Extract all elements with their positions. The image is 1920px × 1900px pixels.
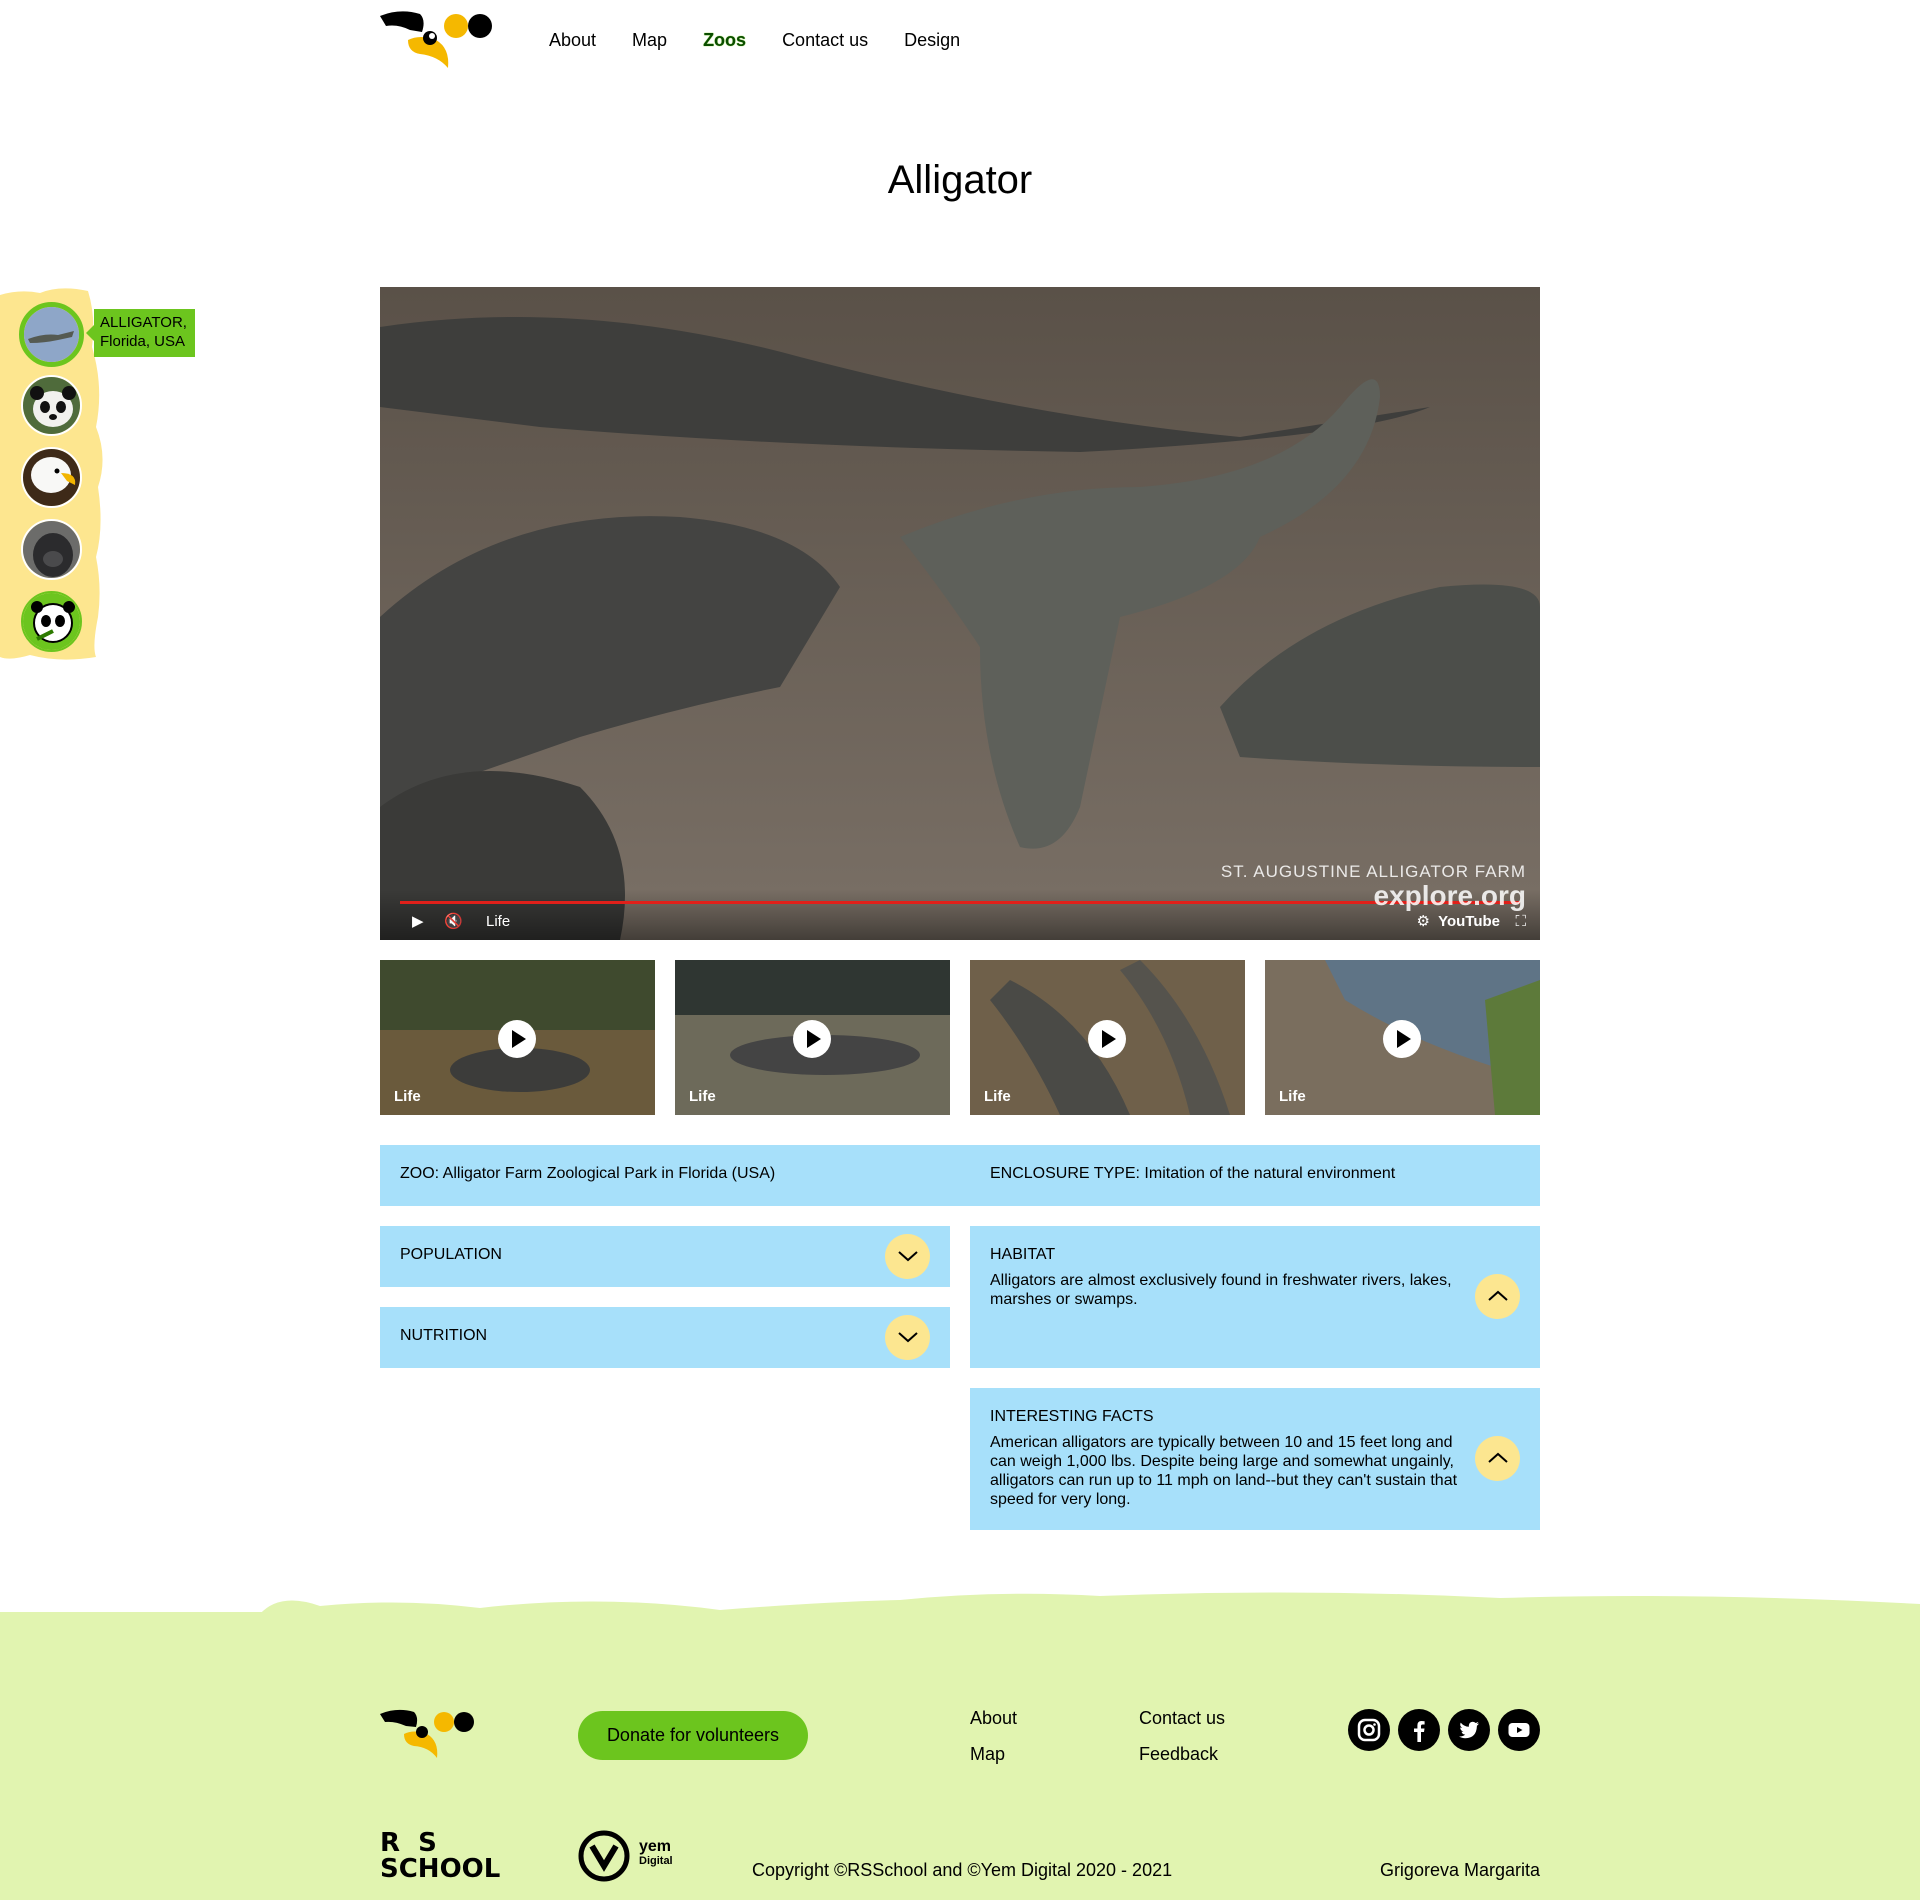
- zoo-info-bar: ZOO: Alligator Farm Zoological Park in F…: [380, 1145, 1540, 1206]
- sidebar-animal-panda-logo[interactable]: [21, 591, 82, 652]
- footer-link-map[interactable]: Map: [970, 1744, 1005, 1765]
- footer-logo[interactable]: [380, 1709, 477, 1759]
- fullscreen-icon[interactable]: ⛶: [1515, 913, 1526, 930]
- footer-link-contact-us[interactable]: Contact us: [1139, 1708, 1225, 1729]
- donate-button[interactable]: Donate for volunteers: [578, 1711, 808, 1760]
- habitat-text: Alligators are almost exclusively found …: [990, 1272, 1452, 1308]
- nav-contact-us[interactable]: Contact us: [782, 30, 868, 51]
- nav-zoos[interactable]: Zoos: [703, 30, 746, 51]
- population-title: POPULATION: [400, 1246, 502, 1263]
- yem-digital-logo[interactable]: yem Digital: [578, 1830, 678, 1882]
- footer: Donate for volunteers About Map Contact …: [0, 1592, 1920, 1900]
- mute-icon[interactable]: 🔇: [444, 912, 463, 930]
- rs-school-logo[interactable]: R S SCHOOL: [380, 1830, 520, 1882]
- sidebar-animal-gorilla[interactable]: [21, 519, 82, 580]
- animal-sidebar: ALLIGATOR, Florida, USA: [0, 287, 195, 662]
- thumbnail-live-label: Life: [984, 1088, 1011, 1105]
- zoo-name: ZOO: Alligator Farm Zoological Park in F…: [400, 1165, 776, 1182]
- video-progress-bar[interactable]: [400, 901, 1520, 904]
- chevron-up-icon[interactable]: [1475, 1274, 1520, 1319]
- animal-tooltip: ALLIGATOR, Florida, USA: [86, 309, 195, 357]
- nav-map[interactable]: Map: [632, 30, 667, 51]
- page-title: Alligator: [887, 158, 1033, 202]
- play-icon[interactable]: ▶: [412, 912, 424, 930]
- instagram-icon[interactable]: [1348, 1709, 1390, 1751]
- facebook-icon[interactable]: [1398, 1709, 1440, 1751]
- tooltip-location: Florida, USA: [100, 333, 186, 350]
- yem-digital-logo-line1: yem: [639, 1838, 672, 1855]
- video-frame: [380, 287, 1540, 940]
- thumbnail-live-label: Life: [689, 1088, 716, 1105]
- settings-icon[interactable]: ⚙: [1417, 912, 1430, 930]
- facts-title: INTERESTING FACTS: [990, 1408, 1154, 1425]
- yem-digital-logo-line2: Digital: [639, 1855, 673, 1867]
- footer-link-about[interactable]: About: [970, 1708, 1017, 1729]
- play-icon[interactable]: [793, 1020, 831, 1058]
- video-thumbnail[interactable]: Life: [380, 960, 655, 1115]
- thumbnail-live-label: Life: [1279, 1088, 1306, 1105]
- header: About Map Zoos Contact us Design: [380, 0, 1540, 84]
- author-name: Grigoreva Margarita: [1379, 1860, 1540, 1880]
- rs-school-logo-line1: R S: [380, 1828, 437, 1858]
- nav-design[interactable]: Design: [904, 30, 960, 51]
- play-icon[interactable]: [498, 1020, 536, 1058]
- nutrition-card[interactable]: NUTRITION: [380, 1307, 950, 1368]
- tooltip-name: ALLIGATOR,: [100, 314, 187, 331]
- main-nav: About Map Zoos Contact us Design: [549, 30, 960, 51]
- sidebar-animal-panda[interactable]: [21, 375, 82, 436]
- twitter-icon[interactable]: [1448, 1709, 1490, 1751]
- facts-text: American alligators are typically betwee…: [990, 1434, 1458, 1508]
- video-controls: [380, 890, 1540, 940]
- video-watermark-site: explore.org: [1373, 880, 1526, 911]
- chevron-down-icon[interactable]: [885, 1234, 930, 1279]
- play-icon[interactable]: [1088, 1020, 1126, 1058]
- enclosure-type: ENCLOSURE TYPE: Imitation of the natural…: [990, 1165, 1396, 1182]
- live-video-player[interactable]: ▶ 🔇 Life ST. AUGUSTINE ALLIGATOR FARM ex…: [380, 287, 1540, 940]
- sidebar-animal-eagle[interactable]: [21, 447, 82, 508]
- thumbnail-live-label: Life: [394, 1088, 421, 1105]
- video-thumbnail[interactable]: Life: [675, 960, 950, 1115]
- habitat-title: HABITAT: [990, 1246, 1056, 1263]
- footer-link-feedback[interactable]: Feedback: [1139, 1744, 1218, 1765]
- chevron-up-icon[interactable]: [1475, 1436, 1520, 1481]
- rs-school-logo-line2: SCHOOL: [380, 1854, 501, 1884]
- interesting-facts-card[interactable]: INTERESTING FACTS American alligators ar…: [970, 1388, 1540, 1530]
- footer-edge: [0, 1592, 1920, 1614]
- youtube-icon[interactable]: [1498, 1709, 1540, 1751]
- video-watermark-farm: ST. AUGUSTINE ALLIGATOR FARM: [1220, 862, 1526, 881]
- sidebar-animal-alligator[interactable]: [19, 302, 84, 367]
- live-label: Life: [486, 913, 511, 930]
- nav-about[interactable]: About: [549, 30, 596, 51]
- video-thumbnail[interactable]: Life: [1265, 960, 1540, 1115]
- youtube-link[interactable]: YouTube: [1438, 913, 1500, 930]
- copyright-text: Copyright ©RSSchool and ©Yem Digital 202…: [752, 1860, 1173, 1880]
- habitat-card[interactable]: HABITAT Alligators are almost exclusivel…: [970, 1226, 1540, 1368]
- site-logo[interactable]: [380, 10, 495, 70]
- population-card[interactable]: POPULATION: [380, 1226, 950, 1287]
- video-thumbnails: Life Life Life Life: [380, 960, 1540, 1115]
- play-icon[interactable]: [1383, 1020, 1421, 1058]
- video-thumbnail[interactable]: Life: [970, 960, 1245, 1115]
- chevron-down-icon[interactable]: [885, 1315, 930, 1360]
- nutrition-title: NUTRITION: [400, 1327, 488, 1344]
